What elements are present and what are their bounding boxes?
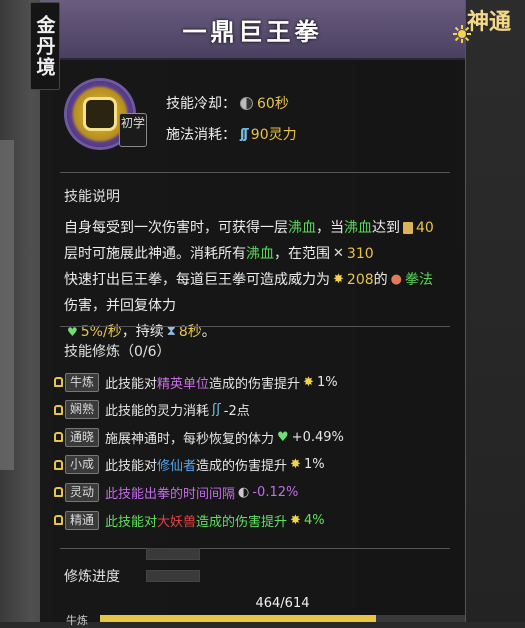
desc-text: ，在范围 xyxy=(274,246,330,262)
modification-row: 娴熟 此技能的灵力消耗 ʃʃ -2点 xyxy=(54,400,250,420)
modification-value: +0.49% xyxy=(291,429,344,445)
realm-badge: 金丹境 xyxy=(30,2,60,90)
modification-row: 小成 此技能对 修仙者 造成的伤害提升 ✸ 1% xyxy=(54,455,325,475)
modification-tag: 通晓 xyxy=(65,427,99,447)
spirit-wave-icon: ʃʃ xyxy=(240,126,249,142)
progress-bar xyxy=(100,615,465,622)
modification-keyword: 精英单位 xyxy=(157,376,210,392)
scroll-icon xyxy=(403,222,413,234)
lock-icon xyxy=(54,487,63,498)
modification-row: 灵动 此技能出拳的时间间隔 ◐ -0.12% xyxy=(54,482,298,502)
modification-row: 牛炼 此技能对 精英单位 造成的伤害提升 ✸ 1% xyxy=(54,372,338,392)
cooldown-value: 60秒 xyxy=(257,96,289,112)
desc-keyword: 拳法 xyxy=(404,272,433,288)
modification-tag: 灵动 xyxy=(65,482,99,502)
modification-keyword: 大妖兽 xyxy=(157,514,197,530)
desc-value: 310 xyxy=(346,246,374,262)
skill-title: 一鼎巨王拳 xyxy=(182,17,323,46)
modification-tag: 小成 xyxy=(65,455,99,475)
modification-keyword: 修仙者 xyxy=(157,459,197,475)
modification-text: 此技能对 xyxy=(105,376,158,392)
progress-fill xyxy=(100,615,376,622)
modification-text: 造成的伤害提升 xyxy=(209,376,301,392)
desc-value: 208 xyxy=(346,272,374,288)
desc-text: 达到 xyxy=(372,220,400,236)
cost-label: 施法消耗： xyxy=(166,127,236,143)
grade-badge: 初学 xyxy=(119,113,147,147)
divider xyxy=(60,326,450,327)
lock-icon xyxy=(54,377,63,387)
progress-text: 464/614 xyxy=(255,596,310,611)
modification-text: 造成的伤害提升 xyxy=(196,514,288,530)
modification-text: 施展神通时，每秒恢复的体力 xyxy=(105,431,275,447)
ghost-stat xyxy=(146,548,200,560)
desc-text: ，当 xyxy=(316,220,344,236)
modification-text: 此技能对 xyxy=(105,459,158,475)
desc-text: 层时可施展此神通。消耗所有 xyxy=(64,246,246,262)
game-logo: 神通 xyxy=(467,9,512,35)
lock-icon xyxy=(54,432,63,443)
cooldown-label: 技能冷却： xyxy=(166,96,236,112)
lock-icon xyxy=(54,515,63,525)
desc-text: 快速打出巨王拳，每道巨王拳可造成威力为 xyxy=(64,272,330,288)
modification-text: 此技能出拳的时间间隔 xyxy=(105,486,236,502)
sun-icon: ✸ xyxy=(290,512,301,528)
lock-icon xyxy=(54,404,63,415)
bottom-tag: 牛炼 xyxy=(66,614,88,627)
modification-value: 1% xyxy=(303,457,325,473)
modification-title: 技能修炼（0/6） xyxy=(64,344,171,360)
modification-value: 1% xyxy=(316,374,338,390)
modification-row: 精通 此技能对 大妖兽 造成的伤害提升 ✸ 4% xyxy=(54,510,325,530)
desc-text: 伤害，并回复体力 xyxy=(64,298,176,314)
sun-icon: ✸ xyxy=(303,374,314,390)
modification-row: 通晓 施展神通时，每秒恢复的体力 ♥ +0.49% xyxy=(54,427,344,447)
modification-value: 4% xyxy=(303,512,325,528)
wave-icon: ʃʃ xyxy=(212,402,221,418)
modification-tag: 精通 xyxy=(65,510,99,530)
sun-icon: ✸ xyxy=(333,272,344,287)
modification-tag: 娴熟 xyxy=(65,400,99,420)
divider xyxy=(60,172,450,173)
background-left-strip xyxy=(0,140,14,470)
range-icon: ✕ xyxy=(333,246,344,261)
modification-value: -2点 xyxy=(223,404,250,420)
cooldown-icon xyxy=(240,96,253,110)
desc-value: 40 xyxy=(416,220,434,236)
heal-icon: ♥ xyxy=(277,429,289,445)
sun-icon: ✸ xyxy=(290,457,301,473)
desc-keyword: 沸血 xyxy=(344,220,372,236)
cooldown-row: 技能冷却： 60秒 xyxy=(166,93,289,113)
divider xyxy=(60,548,450,549)
ghost-stat xyxy=(146,570,200,582)
lock-icon xyxy=(54,459,63,470)
progress-label: 修炼进度 xyxy=(64,569,120,585)
modification-value: -0.12% xyxy=(252,484,299,500)
modification-text: 此技能对 xyxy=(105,514,158,530)
description-title: 技能说明 xyxy=(64,189,120,205)
modification-text: 造成的伤害提升 xyxy=(196,459,288,475)
desc-text: 自身每受到一次伤害时，可获得一层 xyxy=(64,220,288,236)
fist-icon: ● xyxy=(390,272,402,287)
cost-value: 90灵力 xyxy=(250,127,297,143)
moon-icon: ◐ xyxy=(238,484,250,500)
desc-keyword: 沸血 xyxy=(246,246,274,262)
cost-row: 施法消耗： ʃʃ 90灵力 xyxy=(166,124,297,144)
desc-keyword: 沸血 xyxy=(288,220,316,236)
modification-tag: 牛炼 xyxy=(65,372,99,392)
desc-text: 的 xyxy=(373,272,388,288)
modification-text: 此技能的灵力消耗 xyxy=(105,404,210,420)
